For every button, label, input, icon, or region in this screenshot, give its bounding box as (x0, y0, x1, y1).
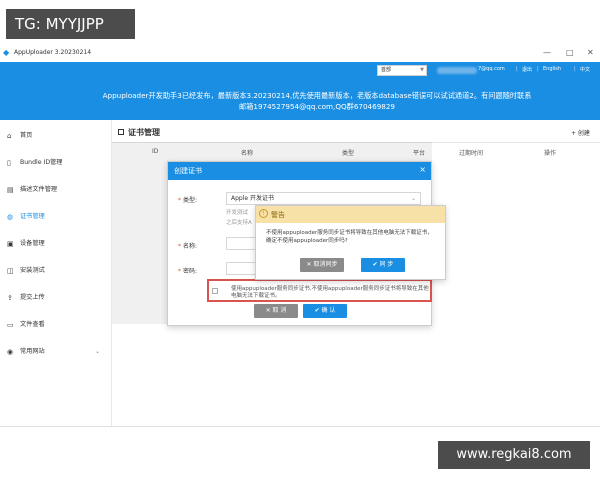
sidebar-item-files[interactable]: ▭ 文件查看 (0, 318, 111, 332)
warning-dialog: ! 警告 不使用appuploader服务同步证书将导致在其他电脑无法下载证书，… (255, 205, 446, 280)
sidebar-item-certificates[interactable]: ◍ 证书管理 (0, 210, 111, 224)
sidebar-item-label: 证书管理 (20, 213, 45, 220)
highlight-annotation (207, 279, 432, 302)
folder-icon: ▭ (7, 321, 14, 329)
confirm-button[interactable]: ✔ 确 认 (303, 304, 347, 318)
location-icon: ◉ (7, 348, 14, 356)
sync-button[interactable]: ✔ 同 步 (361, 258, 405, 272)
window-title: AppUploader 3.20230214 (14, 49, 92, 56)
home-icon: ⌂ (7, 132, 12, 140)
sidebar-item-home[interactable]: ⌂ 首页 (0, 129, 111, 143)
warning-title: 警告 (271, 211, 285, 219)
separator: | (537, 66, 539, 72)
sidebar-item-websites[interactable]: ◉ 常用网站 ⌄ (0, 345, 111, 359)
install-icon: ◫ (7, 267, 14, 275)
sidebar-item-profiles[interactable]: ▤ 描述文件管理 (0, 183, 111, 197)
close-window-button[interactable]: ✕ (587, 48, 594, 57)
warning-header: ! 警告 (256, 206, 445, 223)
chevron-down-icon: ⌄ (95, 348, 101, 355)
chevron-down-icon: ▼ (420, 67, 424, 73)
screenshot: TG: MYYJJPP ◆ AppUploader 3.20230214 — □… (0, 0, 600, 480)
sidebar-item-label: 常用网站 (20, 348, 45, 355)
account-email-blurred (437, 67, 477, 74)
warning-message: 不使用appuploader服务同步证书将导致在其他电脑无法下载证书，确定不使用… (266, 230, 433, 244)
chinese-link[interactable]: 中文 (580, 66, 590, 73)
language-select[interactable]: 首部 ▼ (377, 65, 427, 76)
sidebar-item-label: 安装测试 (20, 267, 45, 274)
document-icon: ▤ (7, 186, 14, 194)
sidebar-item-label: 描述文件管理 (20, 186, 58, 193)
column-header-actions: 操作 (544, 150, 557, 157)
cancel-sync-button[interactable]: ✕ 取消同步 (300, 258, 344, 272)
column-header-expiry: 过期时间 (459, 150, 484, 157)
sidebar-item-label: 首页 (20, 132, 33, 139)
sidebar-item-upload[interactable]: ⇪ 提交上传 (0, 291, 111, 305)
type-hint: 开发测试 (226, 210, 249, 216)
sidebar-item-install-test[interactable]: ◫ 安装测试 (0, 264, 111, 278)
minimize-button[interactable]: — (543, 48, 551, 57)
type-hint: 之后支持A (226, 220, 252, 226)
dialog-header: 创建证书 × (168, 162, 431, 180)
create-button[interactable]: + 创建 (571, 128, 590, 137)
exit-link[interactable]: 退出 (522, 66, 532, 73)
page-title: 证书管理 (118, 127, 160, 138)
watermark-tag: TG: MYYJJPP (6, 9, 135, 39)
chevron-down-icon: ⌄ (410, 195, 416, 202)
sidebar-item-label: 文件查看 (20, 321, 45, 328)
sidebar-item-bundle-id[interactable]: ▯ Bundle ID管理 (0, 156, 111, 170)
certificate-icon: ◍ (7, 213, 14, 221)
dialog-title: 创建证书 (174, 167, 202, 175)
separator: | (516, 66, 518, 72)
warning-icon: ! (259, 209, 268, 218)
announcement: Appuploader开发助手3已经发布，最新版本3.20230214,优先使用… (0, 90, 600, 112)
type-select-value: Apple 开发证书 (231, 195, 274, 202)
language-select-value: 首部 (381, 67, 392, 73)
password-label: * 密码: (178, 268, 198, 275)
name-label-text: 名称: (183, 243, 198, 250)
header-banner: 首部 ▼ 7@qq.com | 退出 | English | 中文 Appupl… (0, 62, 600, 120)
password-label-text: 密码: (183, 268, 198, 275)
window-titlebar: ◆ AppUploader 3.20230214 — □ ✕ (0, 48, 600, 62)
app-logo-icon: ◆ (3, 48, 10, 57)
list-icon (118, 129, 124, 135)
close-icon[interactable]: × (419, 165, 426, 174)
cancel-button[interactable]: ✕ 取 消 (254, 304, 298, 318)
divider (0, 426, 600, 427)
sidebar-item-label: 设备管理 (20, 240, 45, 247)
sidebar: ⌂ 首页 ▯ Bundle ID管理 ▤ 描述文件管理 ◍ 证书管理 ▣ 设备管… (0, 120, 112, 426)
sidebar-item-label: Bundle ID管理 (20, 159, 63, 166)
name-label: * 名称: (178, 243, 198, 250)
page-title-text: 证书管理 (128, 128, 160, 137)
type-label: * 类型: (178, 197, 198, 204)
english-link[interactable]: English (543, 66, 561, 72)
watermark-url: www.regkai8.com (438, 441, 590, 469)
announcement-line-1: Appuploader开发助手3已经发布，最新版本3.20230214,优先使用… (102, 91, 532, 100)
type-select[interactable]: Apple 开发证书 ⌄ (226, 192, 421, 205)
announcement-line-2: 邮箱1974527954@qq.com,QQ群670469829 (239, 102, 395, 111)
sidebar-item-label: 提交上传 (20, 294, 45, 301)
sidebar-item-devices[interactable]: ▣ 设备管理 (0, 237, 111, 251)
separator: | (574, 66, 576, 72)
maximize-button[interactable]: □ (566, 48, 574, 57)
phone-icon: ▯ (7, 159, 11, 167)
type-label-text: 类型: (183, 197, 198, 204)
device-icon: ▣ (7, 240, 14, 248)
upload-icon: ⇪ (7, 294, 13, 302)
account-email: 7@qq.com (478, 66, 505, 72)
